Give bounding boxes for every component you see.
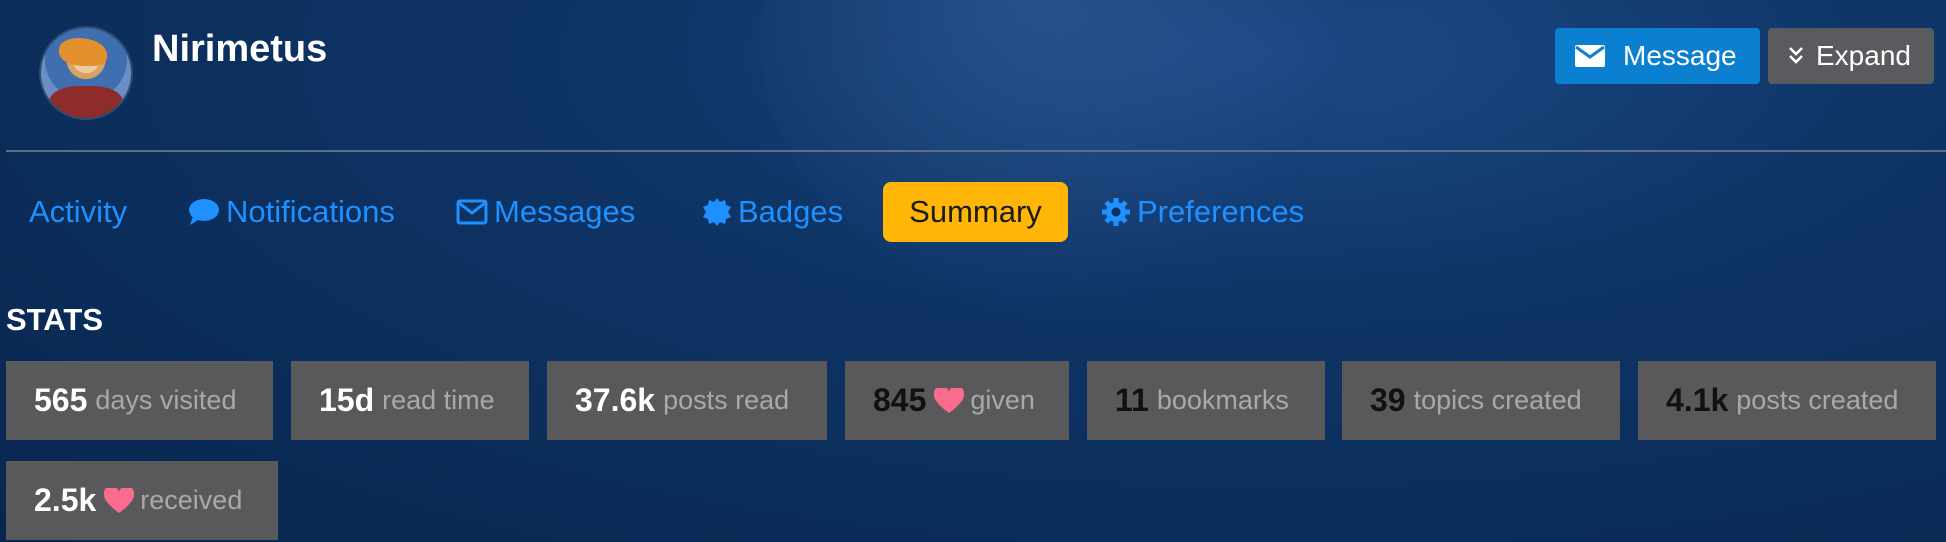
stat-label: days visited (95, 385, 237, 415)
avatar-armor (49, 86, 123, 118)
stat-value: 565 (34, 382, 88, 418)
stat-value: 15d (319, 382, 375, 418)
tab-messages-label: Messages (494, 194, 636, 229)
stat-value: 4.1k (1666, 382, 1729, 418)
tab-activity-label: Activity (29, 194, 128, 229)
stats-title: STATS (6, 302, 104, 337)
envelope-outline-icon (456, 199, 488, 225)
heart-icon (104, 487, 135, 513)
stat-value: 39 (1370, 382, 1406, 418)
stat-days-visited: 565 days visited (6, 361, 273, 440)
stat-value: 2.5k (34, 482, 97, 518)
stat-value: 11 (1115, 382, 1149, 418)
stat-likes-received: 2.5k received (6, 461, 278, 540)
tab-summary[interactable]: Summary (883, 182, 1068, 242)
avatar-hair (59, 38, 107, 66)
tab-notifications-label: Notifications (226, 194, 395, 229)
message-button[interactable]: Message (1555, 28, 1760, 84)
profile-header: Nirimetus Message Expand (6, 0, 1946, 152)
stat-bookmarks: 11 bookmarks (1087, 361, 1325, 440)
message-button-label: Message (1623, 40, 1737, 71)
tab-summary-label: Summary (909, 194, 1042, 229)
gear-icon (1102, 198, 1130, 226)
stat-value: 845 (873, 382, 927, 418)
avatar[interactable] (41, 28, 131, 118)
stat-posts-read: 37.6k posts read (547, 361, 827, 440)
tab-notifications[interactable]: Notifications (188, 182, 395, 242)
stat-likes-given: 845 given (845, 361, 1069, 440)
tab-messages[interactable]: Messages (456, 182, 635, 242)
username[interactable]: Nirimetus (152, 28, 327, 71)
stat-label: received (140, 485, 243, 515)
stat-label: posts read (663, 385, 790, 415)
tab-badges[interactable]: Badges (702, 182, 843, 242)
stat-label: topics created (1413, 385, 1582, 415)
stat-label: posts created (1736, 385, 1899, 415)
tab-preferences-label: Preferences (1137, 194, 1305, 229)
speech-bubble-icon (189, 199, 219, 225)
stat-value: 37.6k (575, 382, 656, 418)
stat-topics-created: 39 topics created (1342, 361, 1620, 440)
stat-label: bookmarks (1156, 385, 1289, 415)
stat-read-time: 15d read time (291, 361, 529, 440)
stat-label: given (970, 385, 1035, 415)
stat-label: read time (382, 385, 495, 415)
tab-preferences[interactable]: Preferences (1101, 182, 1304, 242)
chevron-double-down-icon (1789, 47, 1803, 64)
envelope-icon (1575, 45, 1605, 67)
expand-button-label: Expand (1816, 40, 1911, 71)
tab-activity[interactable]: Activity (29, 182, 127, 242)
expand-button[interactable]: Expand (1768, 28, 1934, 84)
stat-posts-created: 4.1k posts created (1638, 361, 1936, 440)
tab-badges-label: Badges (738, 194, 844, 229)
badge-icon (703, 198, 731, 226)
heart-icon (934, 387, 965, 413)
